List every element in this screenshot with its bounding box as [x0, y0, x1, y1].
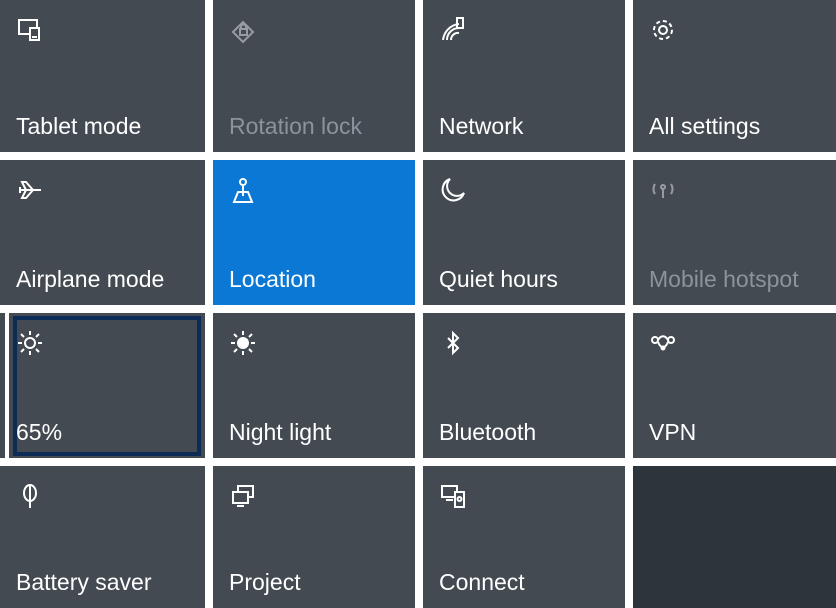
tile-label: Network	[439, 113, 524, 139]
tile-label: Connect	[439, 569, 525, 595]
tile-label: Tablet mode	[16, 113, 142, 139]
tile-brightness[interactable]: 65%	[0, 313, 205, 458]
tile-mobile-hotspot[interactable]: Mobile hotspot	[633, 160, 836, 305]
tile-label: Quiet hours	[439, 266, 558, 292]
brightness-icon	[16, 329, 44, 357]
tile-bluetooth[interactable]: Bluetooth	[423, 313, 625, 458]
tile-label: Bluetooth	[439, 419, 537, 445]
tile-battery-saver[interactable]: Battery saver	[0, 466, 205, 608]
empty-tile-slot	[633, 466, 836, 608]
tile-quiet-hours[interactable]: Quiet hours	[423, 160, 625, 305]
night-light-icon	[229, 329, 257, 357]
battery-saver-icon	[16, 482, 44, 510]
tile-label: Battery saver	[16, 569, 152, 595]
vpn-icon	[649, 329, 677, 357]
tile-label: VPN	[649, 419, 697, 445]
gear-icon	[649, 16, 677, 44]
project-icon	[229, 482, 257, 510]
tile-label: Project	[229, 569, 301, 595]
bluetooth-icon	[439, 329, 467, 357]
moon-icon	[439, 176, 467, 204]
tile-label: Airplane mode	[16, 266, 165, 292]
hotspot-icon	[649, 176, 677, 204]
quick-actions-panel: Tablet mode Rotation lock Network All se…	[0, 0, 836, 608]
tile-connect[interactable]: Connect	[423, 466, 625, 608]
location-icon	[229, 176, 257, 204]
tile-label: Location	[229, 266, 316, 292]
tile-all-settings[interactable]: All settings	[633, 0, 836, 152]
tile-label: 65%	[16, 419, 63, 445]
tile-label: Night light	[229, 419, 332, 445]
tablet-mode-icon	[16, 16, 44, 44]
tile-night-light[interactable]: Night light	[213, 313, 415, 458]
connect-icon	[439, 482, 467, 510]
tile-label: Rotation lock	[229, 113, 362, 139]
tile-network[interactable]: Network	[423, 0, 625, 152]
tile-label: All settings	[649, 113, 761, 139]
tile-project[interactable]: Project	[213, 466, 415, 608]
rotation-lock-icon	[229, 16, 257, 44]
tile-rotation-lock[interactable]: Rotation lock	[213, 0, 415, 152]
tile-vpn[interactable]: VPN	[633, 313, 836, 458]
tile-tablet-mode[interactable]: Tablet mode	[0, 0, 205, 152]
tile-label: Mobile hotspot	[649, 266, 799, 292]
tile-location[interactable]: Location	[213, 160, 415, 305]
airplane-icon	[16, 176, 44, 204]
network-icon	[439, 16, 467, 44]
tile-airplane-mode[interactable]: Airplane mode	[0, 160, 205, 305]
